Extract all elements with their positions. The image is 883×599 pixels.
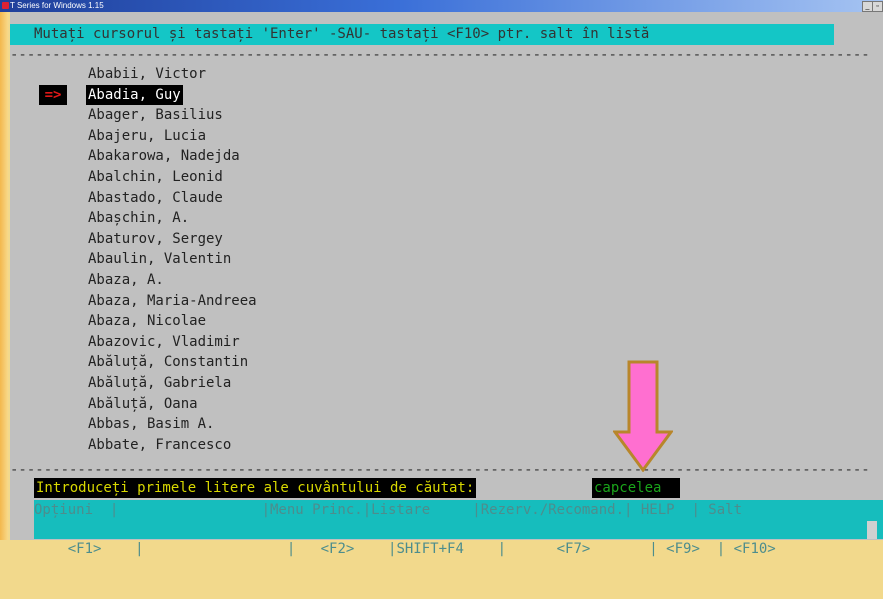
left-decoration — [0, 0, 8, 540]
function-keys-labels: Opțiuni | |Menu Princ.|Listare |Rezerv./… — [34, 500, 883, 520]
terminal-screen: Mutați cursorul și tastați 'Enter' -SAU-… — [10, 12, 883, 557]
list-item[interactable]: Abastado, Claude — [88, 188, 223, 208]
separator-bottom: ----------------------------------------… — [10, 462, 870, 478]
list-item[interactable]: Abbas, Basim A. — [88, 414, 214, 434]
list-item[interactable]: Abaturov, Sergey — [88, 229, 223, 249]
list-item[interactable]: Abalchin, Leonid — [88, 167, 223, 187]
list-item[interactable]: Abager, Basilius — [88, 105, 223, 125]
function-keys-shortcuts-text: <F1> | | <F2> |SHIFT+F4 | <F7> | <F9> | … — [67, 541, 776, 557]
list-item[interactable]: Abaza, Nicolae — [88, 311, 206, 331]
list-item[interactable]: Abăluță, Constantin — [88, 352, 248, 372]
list-item[interactable]: Abașchin, A. — [88, 208, 189, 228]
selection-marker: => — [39, 84, 67, 105]
list-item-selected[interactable]: Abadia, Guy — [86, 84, 183, 105]
list-item[interactable]: Ababii, Victor — [88, 64, 206, 84]
app-icon — [2, 2, 9, 9]
list-item[interactable]: Abăluță, Gabriela — [88, 373, 231, 393]
list-item[interactable]: Abakarowa, Nadejda — [88, 146, 240, 166]
maximize-button[interactable]: ▫ — [872, 1, 883, 12]
list-item[interactable]: Abăluță, Oana — [88, 394, 198, 414]
text-cursor — [867, 521, 877, 539]
list-item[interactable]: Abaza, A. — [88, 270, 164, 290]
list-item[interactable]: Abajeru, Lucia — [88, 126, 206, 146]
list-item[interactable]: Abaulin, Valentin — [88, 249, 231, 269]
search-label: Introduceți primele litere ale cuvântulu… — [34, 478, 477, 498]
list-item[interactable]: Abaza, Maria-Andreea — [88, 291, 257, 311]
list-item[interactable]: Abbate, Francesco — [88, 435, 231, 455]
separator-top: ----------------------------------------… — [10, 47, 870, 63]
function-keys-shortcuts: <F1> | | <F2> |SHIFT+F4 | <F7> | <F9> | … — [34, 519, 883, 557]
window-title: T Series for Windows 1.15 — [10, 1, 104, 10]
search-input[interactable]: capcelea — [592, 478, 680, 498]
list-item[interactable]: Abazovic, Vladimir — [88, 332, 240, 352]
instruction-prompt: Mutați cursorul și tastați 'Enter' -SAU-… — [10, 24, 834, 45]
down-arrow-annotation — [613, 360, 673, 472]
window-titlebar: T Series for Windows 1.15 _ ▫ — [0, 0, 883, 12]
